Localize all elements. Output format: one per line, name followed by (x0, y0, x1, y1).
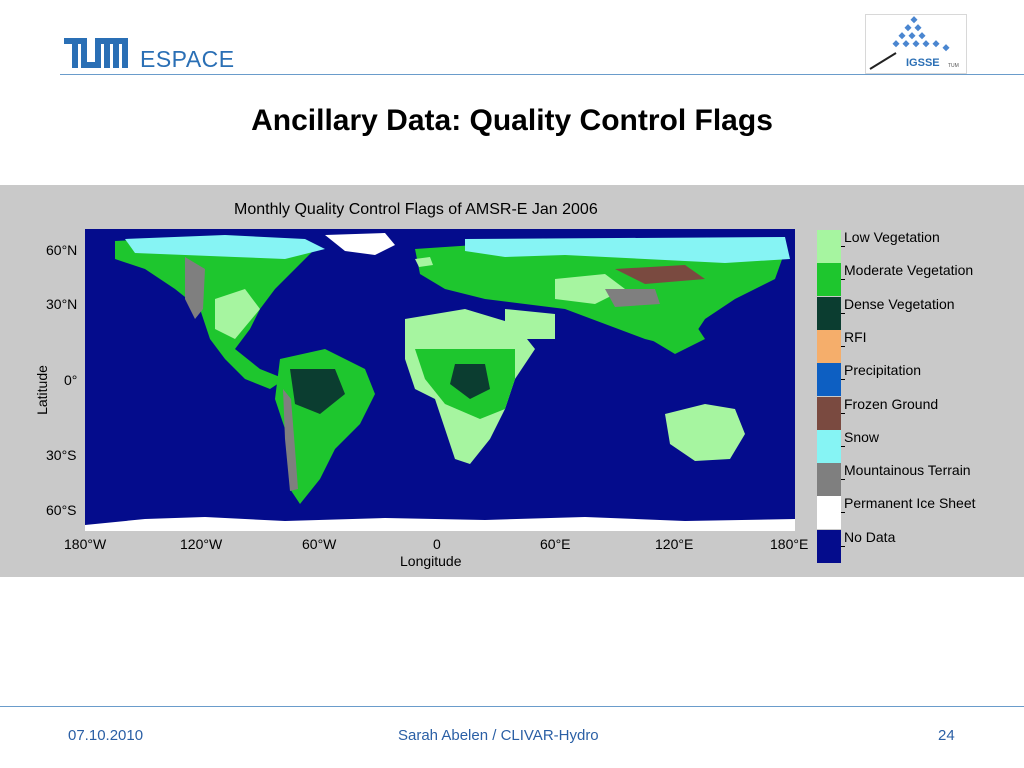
legend-swatch (817, 363, 841, 397)
legend-tick (841, 512, 845, 514)
x-axis-label: Longitude (400, 553, 462, 569)
figure-title: Monthly Quality Control Flags of AMSR-E … (234, 201, 598, 218)
legend-label: Low Vegetation (844, 229, 940, 245)
legend-tick (841, 545, 845, 547)
x-tick-label: 60°W (302, 536, 337, 552)
y-tick-label: 30°S (46, 447, 77, 463)
legend-swatch (817, 496, 841, 530)
legend-label: RFI (844, 328, 867, 345)
x-tick-label: 180°W (64, 536, 107, 552)
y-tick-label: 60°N (46, 242, 78, 258)
tum-logo-mark (64, 38, 128, 68)
footer-author: Sarah Abelen / CLIVAR-Hydro (398, 727, 599, 744)
y-tick-label: 0° (64, 372, 78, 388)
legend-swatch (817, 429, 841, 463)
legend-tick (841, 345, 845, 347)
legend-swatch (817, 329, 841, 363)
legend-tick (841, 412, 845, 414)
legend-tick (841, 312, 845, 314)
legend-tick (841, 479, 845, 481)
page-number: 24 (938, 727, 955, 744)
x-tick-label: 180°E (770, 536, 809, 552)
legend-swatch (817, 230, 841, 263)
legend-label: Precipitation (844, 362, 922, 379)
y-tick-label: 30°N (46, 296, 78, 312)
espace-logo-text: ESPACE (140, 46, 235, 72)
legend-label: Snow (844, 428, 880, 445)
legend-tick (841, 445, 845, 447)
x-tick-label: 120°W (180, 536, 223, 552)
legend-label: Moderate Vegetation (844, 262, 974, 279)
legend-label: Permanent Ice Sheet (844, 495, 976, 512)
legend-tick (841, 279, 845, 281)
legend-tick (841, 379, 845, 381)
igsse-logo-sub: TUM (948, 63, 959, 69)
y-tick-label: 60°S (46, 502, 77, 518)
legend-label: No Data (844, 528, 896, 545)
igsse-logo: IGSSE TUM (865, 14, 967, 74)
world-map (85, 229, 795, 531)
x-tick-label: 120°E (655, 536, 694, 552)
x-tick-label: 60°E (540, 536, 571, 552)
slide-title: Ancillary Data: Quality Control Flags (251, 104, 773, 137)
legend-label: Frozen Ground (844, 395, 939, 412)
footer-divider (0, 706, 1024, 707)
y-axis-label: Latitude (33, 365, 50, 415)
legend-label: Mountainous Terrain (844, 462, 971, 479)
header-divider (60, 74, 1024, 75)
legend-tick (841, 246, 845, 247)
x-tick-label: 0 (433, 536, 441, 552)
legend-swatch (817, 463, 841, 497)
legend-swatch (817, 263, 841, 297)
legend-swatch (817, 396, 841, 430)
igsse-logo-text: IGSSE (906, 57, 940, 69)
legend-swatch (817, 296, 841, 330)
legend-swatch (817, 529, 841, 563)
legend-label: Dense Vegetation (844, 295, 955, 312)
footer-date: 07.10.2010 (68, 727, 144, 744)
